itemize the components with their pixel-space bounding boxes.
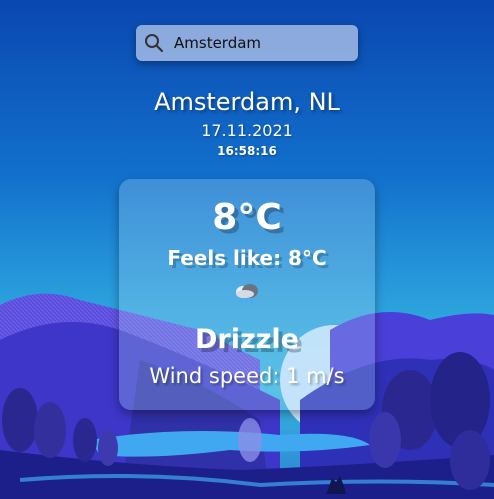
- search-bar[interactable]: [136, 25, 358, 61]
- city-name: Amsterdam, NL: [154, 88, 340, 116]
- weather-card: 8°C Feels like: 8°C Drizzle Wind speed: …: [119, 179, 375, 410]
- temperature: 8°C: [212, 197, 282, 238]
- search-input[interactable]: [172, 33, 351, 53]
- drizzle-cloud-icon: [236, 284, 258, 304]
- current-time: 16:58:16: [217, 144, 277, 158]
- feels-like: Feels like: 8°C: [167, 246, 327, 270]
- wind-speed: Wind speed: 1 m/s: [149, 364, 345, 388]
- search-icon[interactable]: [144, 33, 164, 53]
- current-date: 17.11.2021: [201, 121, 293, 140]
- weather-condition: Drizzle: [195, 324, 299, 355]
